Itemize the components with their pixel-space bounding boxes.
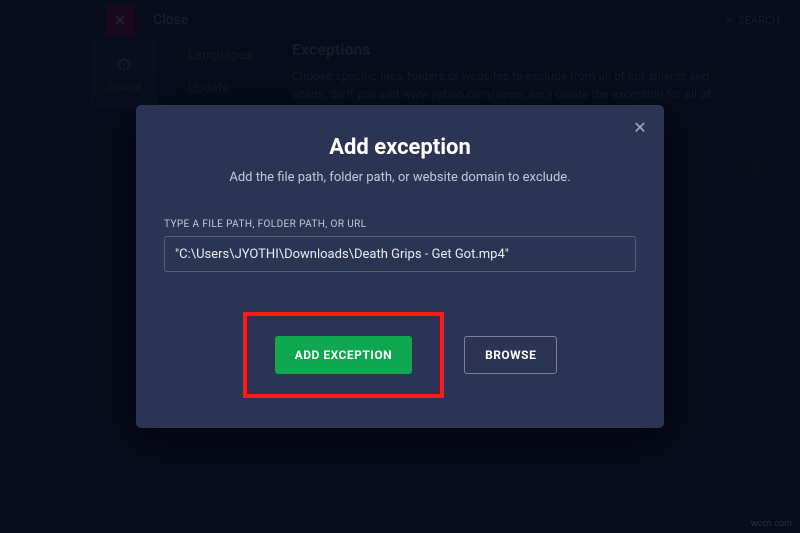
modal-button-row: ADD EXCEPTION BROWSE <box>164 312 636 398</box>
tutorial-highlight: ADD EXCEPTION <box>243 312 444 398</box>
watermark: wccn.com <box>751 519 792 529</box>
input-label: TYPE A FILE PATH, FOLDER PATH, OR URL <box>164 219 636 230</box>
add-exception-button[interactable]: ADD EXCEPTION <box>275 336 412 374</box>
modal-title: Add exception <box>164 135 636 160</box>
modal-subtitle: Add the file path, folder path, or websi… <box>164 170 636 185</box>
close-icon: ✕ <box>633 118 646 137</box>
modal-overlay: ✕ Add exception Add the file path, folde… <box>0 0 800 533</box>
browse-button[interactable]: BROWSE <box>464 336 557 374</box>
path-input[interactable] <box>164 236 636 272</box>
add-exception-modal: ✕ Add exception Add the file path, folde… <box>136 105 664 428</box>
modal-close-button[interactable]: ✕ <box>630 117 650 137</box>
